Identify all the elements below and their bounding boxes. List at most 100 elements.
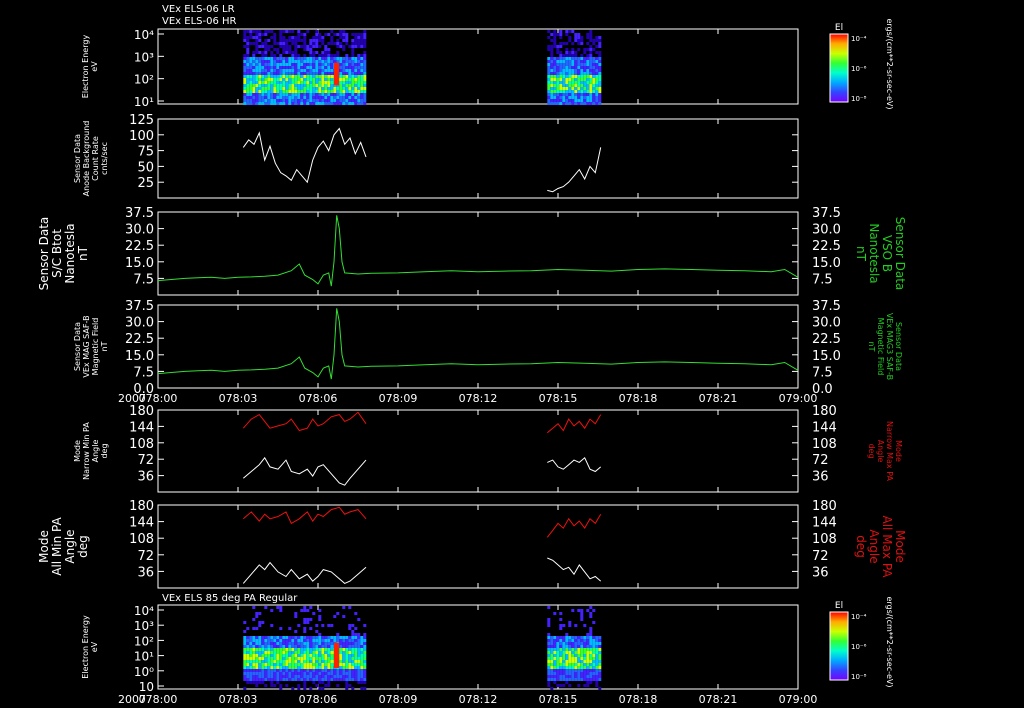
- right-axis-label: VSO B: [880, 235, 894, 272]
- y-tick-label: 108: [129, 532, 154, 547]
- panel-annotation: VEx ELS-06 HR: [162, 16, 237, 27]
- y-tick-label-right: 7.5: [812, 272, 833, 287]
- x-tick-label: 079:00: [779, 693, 818, 706]
- colorbar-tick-label: 10⁻⁴: [851, 35, 867, 43]
- x-tick-label: 078:09: [379, 693, 418, 706]
- series-line-1: [242, 411, 367, 432]
- x-tick-label: 078:03: [219, 693, 258, 706]
- x-tick-label: 078:18: [619, 693, 658, 706]
- y-tick-label-right: 22.5: [812, 332, 841, 347]
- y-tick-label: 72: [137, 453, 154, 468]
- x-tick-label: 078:12: [459, 693, 498, 706]
- right-axis-label: Angle: [876, 440, 885, 463]
- y-tick-label: 10⁴: [134, 604, 154, 618]
- y-axis-label: Sensor Data: [73, 134, 82, 183]
- colorbar-tick-label: 10⁻⁶: [851, 643, 867, 651]
- panel-panel1: Electron Energy eV VEx ELS-06 LRVEx ELS-06…: [81, 4, 799, 109]
- y-axis-label: nT: [100, 341, 109, 351]
- right-axis-label: Angle: [867, 529, 881, 563]
- y-tick-label-right: 37.5: [812, 206, 841, 221]
- colorbar-scale: [829, 611, 849, 681]
- panel-annotation: VEx ELS 85 deg PA Regular: [162, 593, 298, 604]
- series-line-1: [242, 127, 367, 184]
- x-tick-label: 078:00: [139, 392, 178, 405]
- colorbar-tick-label: 10⁻⁴: [851, 613, 867, 621]
- y-tick-label: 180: [129, 499, 154, 514]
- panel-panel5: Mode Narrow Min PA Angle deg ModeNarrow Max …: [73, 404, 903, 493]
- y-tick-label: 10³: [134, 619, 154, 633]
- y-tick-label: 22.5: [125, 332, 154, 347]
- series-line-4: [547, 557, 602, 582]
- x-tick-label: 078:09: [379, 392, 418, 405]
- panel-frame: [157, 211, 799, 296]
- series-line-4: [547, 456, 602, 473]
- y-tick-label: 25: [137, 176, 154, 191]
- time-axis-labels: 2007078:00 078:03 078:06 078:09 078:12 078:15…: [118, 392, 817, 405]
- y-tick-label: 10³: [134, 50, 154, 64]
- y-tick-label-right: 30.0: [812, 316, 841, 331]
- y-tick-label: 30.0: [125, 316, 154, 331]
- right-axis-label: Mode: [894, 440, 903, 462]
- panel-panel2: Sensor Data Anode Background Count Rate cnt…: [73, 113, 799, 199]
- heatmap-block: [243, 606, 367, 690]
- right-axis-label: Sensor Data: [893, 217, 907, 291]
- y-tick-label-right: 36: [812, 565, 829, 580]
- y-tick-label-right: 15.0: [812, 349, 841, 364]
- y-axis-label: Anode Background: [82, 121, 91, 197]
- colorbar-top: El 10⁻⁴ 10⁻⁶ 10⁻⁸ ergs/(cm**2-sr-sec-eV): [829, 18, 894, 110]
- y-tick-label-right: 7.5: [812, 365, 833, 380]
- heatmap-block: [547, 30, 602, 105]
- y-axis-label: Electron Energy: [81, 615, 90, 679]
- right-axis-label: VEx MAG3 SAF-B: [885, 313, 894, 380]
- x-tick-label: 078:12: [459, 392, 498, 405]
- y-tick-label-right: 36: [812, 470, 829, 485]
- y-axis-label: Mode: [73, 440, 82, 462]
- y-tick-label-right: 72: [812, 453, 829, 468]
- colorbar-bottom: El 10⁻⁴ 10⁻⁶ 10⁻⁸ ergs/(cm**2-sr-sec-eV): [829, 596, 894, 688]
- y-axis-label: deg: [100, 443, 109, 458]
- y-tick-label: 7.5: [133, 272, 154, 287]
- colorbar-title: El: [835, 23, 843, 33]
- series-line-1: [157, 308, 799, 380]
- y-tick-label: 15.0: [125, 349, 154, 364]
- colorbar-units-label: ergs/(cm**2-sr-sec-eV): [885, 596, 894, 687]
- y-tick-label: 144: [129, 420, 154, 435]
- x-tick-label: 078:21: [699, 693, 738, 706]
- y-axis-label: Angle: [63, 529, 77, 563]
- y-tick-label-right: 144: [812, 420, 837, 435]
- right-axis-label: deg: [854, 535, 868, 558]
- y-tick-label-right: 180: [812, 404, 837, 419]
- heatmap-hotspot: [334, 62, 339, 86]
- x-tick-label: 078:21: [699, 392, 738, 405]
- y-tick-label: 144: [129, 516, 154, 531]
- y-tick-label: 36: [137, 565, 154, 580]
- y-tick-label: 22.5: [125, 239, 154, 254]
- x-tick-label: 078:15: [539, 392, 578, 405]
- y-axis-label: nT: [76, 245, 90, 261]
- y-axis-label: Angle: [91, 440, 100, 463]
- y-tick-label-right: 144: [812, 516, 837, 531]
- panel-frame: [157, 409, 799, 493]
- y-tick-label: 10²: [134, 73, 154, 87]
- y-axis-label: Count Rate: [91, 136, 100, 181]
- right-axis-label: All Max PA: [880, 516, 894, 579]
- y-tick-label: 100: [129, 129, 154, 144]
- right-axis-label: nT: [854, 246, 868, 262]
- y-tick-label: 7.5: [133, 365, 154, 380]
- right-axis-label: Narrow Max PA: [885, 421, 894, 482]
- y-tick-label: 37.5: [125, 299, 154, 314]
- y-axis-label: Narrow Min PA: [82, 422, 91, 480]
- y-axis-label: VEx MAG SAF-B: [82, 315, 91, 377]
- panel-frame: [157, 118, 799, 199]
- panel-frame: [157, 304, 799, 389]
- x-tick-label: 078:03: [219, 392, 258, 405]
- right-axis-label: nT: [867, 342, 876, 352]
- multi-panel-plot: Electron Energy eVVEx ELS-06 LRVEx ELS-06…: [37, 4, 907, 706]
- y-tick-label: 30.0: [125, 223, 154, 238]
- colorbar-scale: [829, 33, 849, 103]
- y-tick-label: 36: [137, 470, 154, 485]
- series-line-3: [546, 513, 602, 538]
- series-line-1: [242, 506, 367, 525]
- panel-panel6: Mode All Min PA Angle deg ModeAll Max PAAngl…: [37, 499, 907, 589]
- right-axis-label: Sensor Data: [894, 322, 903, 371]
